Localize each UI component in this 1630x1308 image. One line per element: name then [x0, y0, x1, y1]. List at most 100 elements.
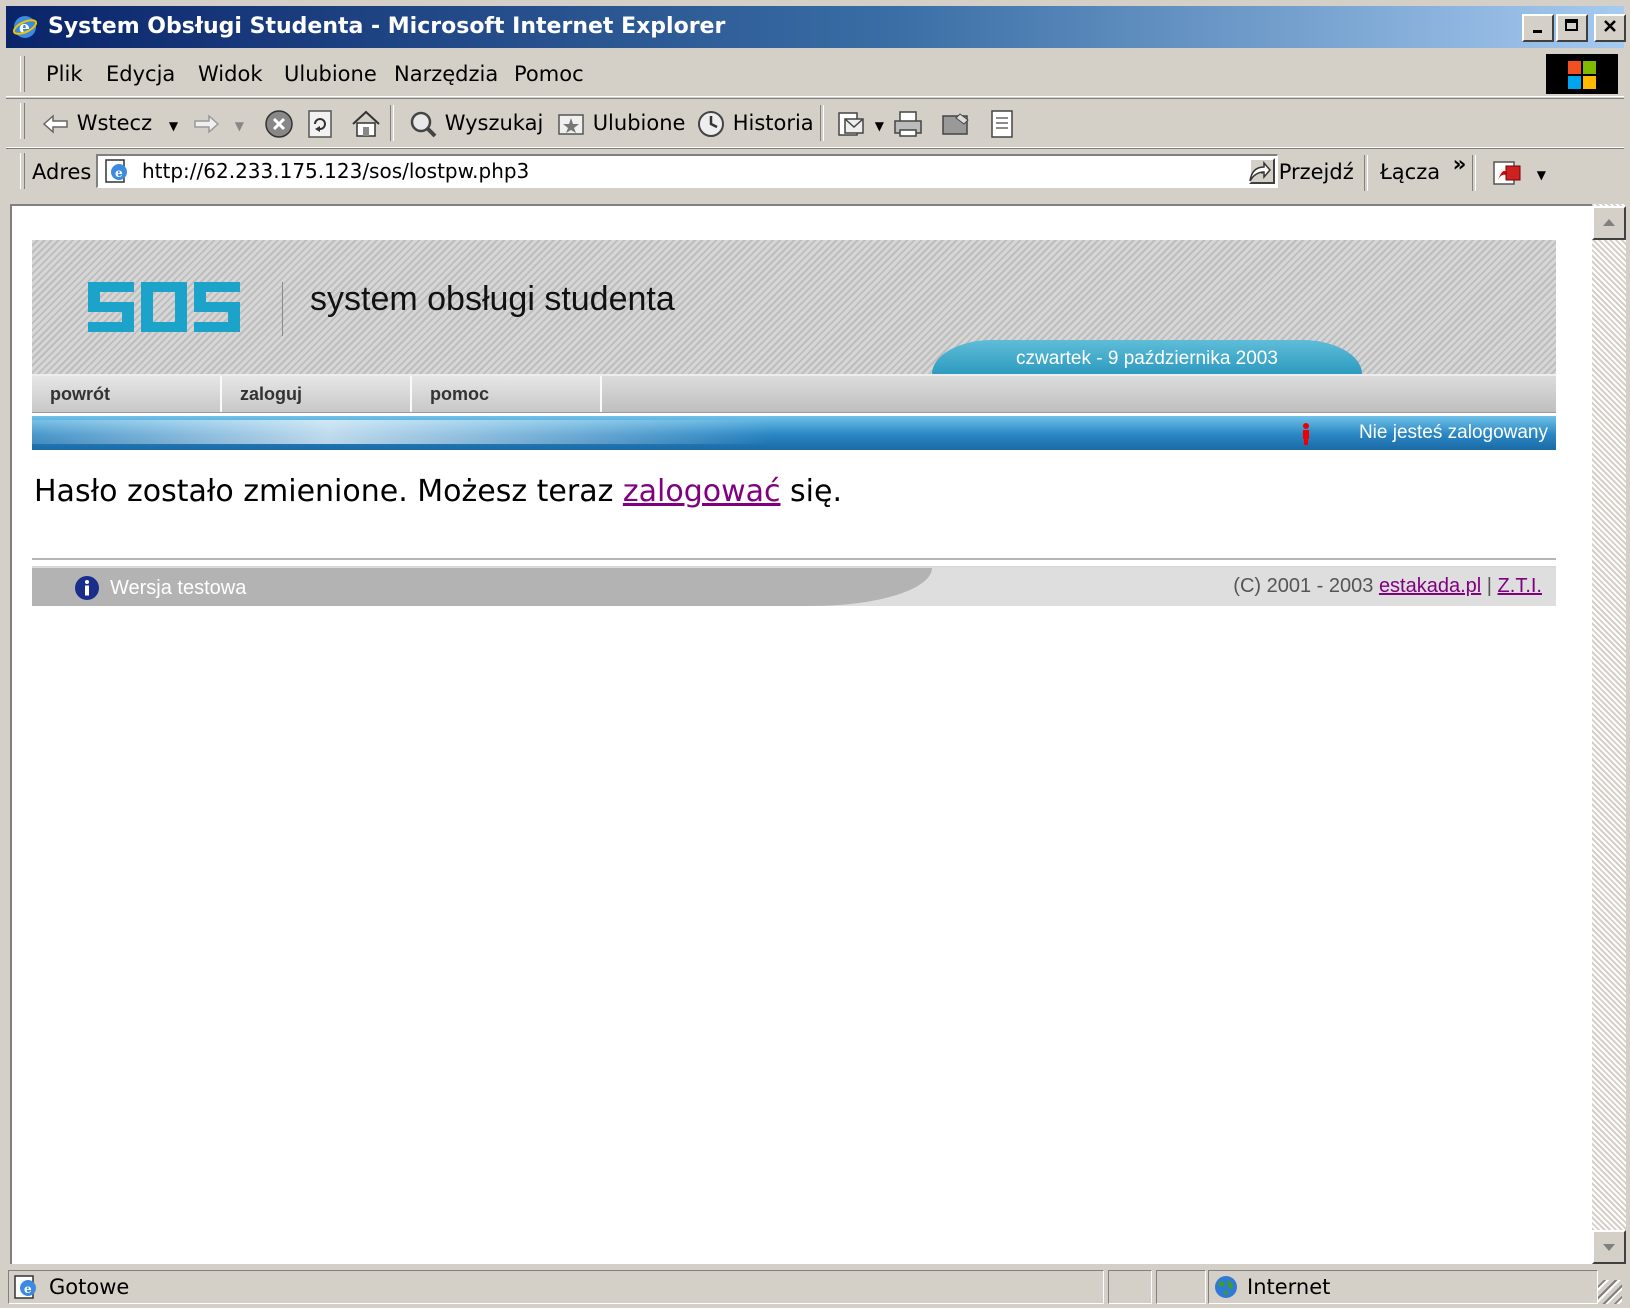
scroll-up-button[interactable] — [1592, 206, 1626, 240]
history-button[interactable]: Historia — [696, 99, 814, 147]
refresh-icon — [308, 110, 332, 138]
nav-help[interactable]: pomoc — [412, 376, 602, 412]
status-bar: e Gotowe Internet — [6, 1268, 1624, 1306]
resize-grip[interactable] — [1598, 1280, 1622, 1304]
stop-button[interactable] — [264, 99, 294, 147]
toolbar-grip[interactable] — [20, 153, 25, 189]
menu-tools[interactable]: Narzędzia — [394, 52, 498, 96]
nav-bar: powrót zaloguj pomoc — [32, 376, 1556, 413]
back-button[interactable]: Wstecz ▼ — [42, 99, 178, 147]
person-icon — [1303, 423, 1309, 445]
stop-icon — [265, 110, 293, 138]
nav-back[interactable]: powrót — [32, 376, 222, 412]
history-icon — [698, 111, 724, 137]
minimize-button[interactable] — [1522, 14, 1554, 42]
chevron-right-icon[interactable]: » — [1453, 152, 1467, 176]
logo-divider — [282, 282, 283, 336]
toolbar-grip[interactable] — [20, 103, 25, 139]
discuss-button[interactable] — [988, 99, 1016, 147]
maximize-icon — [1565, 19, 1578, 31]
address-label: Adres — [32, 160, 92, 184]
links-button[interactable]: Łącza » — [1380, 149, 1466, 195]
standard-toolbar: Wstecz ▼ ▼ Wyszukaj Ulubione Historia ▼ — [6, 98, 1624, 148]
home-button[interactable] — [350, 99, 382, 147]
windows-logo — [1546, 54, 1618, 94]
title-bar[interactable]: e System Obsługi Studenta - Microsoft In… — [6, 6, 1626, 48]
back-label: Wstecz — [76, 111, 153, 135]
status-text-panel: e Gotowe — [8, 1270, 1104, 1304]
version-label: Wersja testowa — [110, 577, 247, 599]
edit-icon — [942, 113, 969, 135]
favorites-label: Ulubione — [592, 111, 686, 135]
toolbar-separator — [1364, 155, 1368, 191]
page-footer: Wersja testowa (C) 2001 - 2003 estakada.… — [32, 568, 1556, 606]
search-button[interactable]: Wyszukaj — [408, 99, 543, 147]
menu-help[interactable]: Pomoc — [514, 52, 584, 96]
svg-text:e: e — [24, 1282, 32, 1296]
strip-highlight — [32, 420, 772, 444]
mail-button[interactable]: ▼ — [836, 99, 884, 147]
vertical-scrollbar[interactable] — [1592, 204, 1626, 1264]
favorites-icon — [558, 114, 584, 135]
status-panel-progress — [1108, 1270, 1152, 1304]
page-icon: e — [14, 1275, 36, 1299]
globe-icon — [1215, 1276, 1237, 1298]
ie-icon: e — [12, 16, 38, 38]
forward-arrow-icon — [194, 114, 220, 134]
page-icon: e — [105, 159, 127, 183]
scroll-down-button[interactable] — [1592, 1230, 1626, 1264]
back-arrow-icon — [42, 114, 68, 134]
toolbar-separator — [820, 105, 824, 141]
svg-text:e: e — [115, 166, 123, 180]
address-input[interactable]: e http://62.233.175.123/sos/lostpw.php3 — [96, 154, 1278, 188]
menu-favorites[interactable]: Ulubione — [284, 52, 377, 96]
acrobat-button[interactable]: ▼ — [1490, 149, 1546, 195]
copyright: (C) 2001 - 2003 estakada.pl | Z.T.I. — [1233, 568, 1542, 604]
window-title: System Obsługi Studenta - Microsoft Inte… — [48, 14, 726, 39]
go-arrow-icon — [1249, 161, 1271, 182]
login-link[interactable]: zalogować — [623, 474, 781, 509]
browser-window: e System Obsługi Studenta - Microsoft In… — [0, 0, 1630, 1308]
zone-text: Internet — [1247, 1275, 1331, 1299]
sos-logo — [88, 282, 240, 332]
estakada-link[interactable]: estakada.pl — [1379, 575, 1481, 597]
mail-icon — [838, 112, 864, 136]
go-button[interactable]: Przejdź — [1246, 149, 1354, 195]
document-icon — [991, 110, 1013, 138]
site-title: system obsługi studenta — [310, 280, 675, 318]
edit-button[interactable] — [940, 99, 972, 147]
acrobat-dropdown-icon[interactable]: ▼ — [1537, 168, 1546, 182]
links-label: Łącza — [1380, 160, 1441, 184]
minimize-icon — [1533, 30, 1542, 33]
message-suffix: się. — [780, 474, 843, 509]
maximize-button[interactable] — [1556, 14, 1588, 42]
message-text: Hasło zostało zmienione. Możesz teraz — [34, 474, 623, 509]
zti-link[interactable]: Z.T.I. — [1498, 575, 1542, 597]
menu-view[interactable]: Widok — [198, 52, 262, 96]
current-date: czwartek - 9 października 2003 — [1016, 348, 1278, 369]
address-bar: Adres e http://62.233.175.123/sos/lostpw… — [6, 148, 1624, 195]
date-tab: czwartek - 9 października 2003 — [932, 340, 1362, 374]
back-dropdown-icon[interactable]: ▼ — [169, 119, 178, 133]
refresh-button[interactable] — [306, 99, 334, 147]
address-url: http://62.233.175.123/sos/lostpw.php3 — [142, 159, 530, 183]
site-banner: system obsługi studenta czwartek - 9 paź… — [32, 240, 1556, 376]
mail-dropdown-icon[interactable]: ▼ — [875, 119, 884, 133]
pdf-icon — [1493, 161, 1521, 185]
forward-dropdown-icon[interactable]: ▼ — [235, 119, 244, 133]
zone-panel: Internet — [1208, 1270, 1598, 1304]
print-icon — [894, 111, 922, 137]
menu-edit[interactable]: Edycja — [106, 52, 175, 96]
go-label: Przejdź — [1278, 160, 1354, 184]
menu-file[interactable]: Plik — [46, 52, 83, 96]
search-label: Wyszukaj — [444, 111, 544, 135]
favorites-button[interactable]: Ulubione — [556, 99, 685, 147]
confirmation-message: Hasło zostało zmienione. Możesz teraz za… — [34, 474, 842, 509]
forward-button[interactable]: ▼ — [192, 99, 244, 147]
toolbar-grip[interactable] — [20, 56, 25, 92]
nav-login[interactable]: zaloguj — [222, 376, 412, 412]
status-panel-secure — [1156, 1270, 1206, 1304]
login-status-text: Nie jesteś zalogowany — [1358, 422, 1548, 443]
print-button[interactable] — [892, 99, 924, 147]
close-button[interactable] — [1594, 14, 1626, 42]
